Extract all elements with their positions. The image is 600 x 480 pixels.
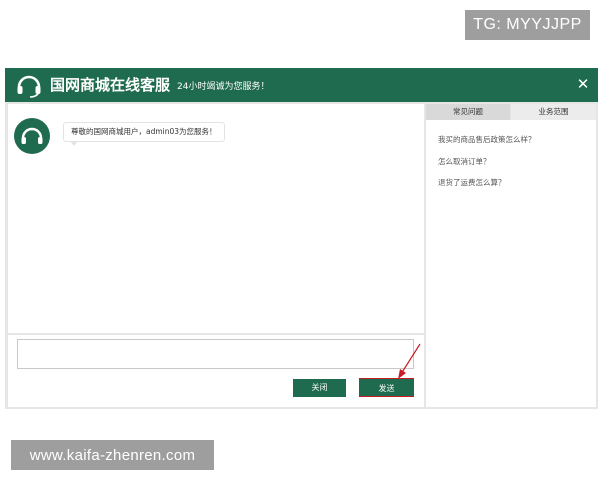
send-button[interactable]: 发送 (359, 378, 414, 397)
message-bubble-tail (70, 141, 78, 146)
headset-icon (21, 127, 43, 144)
faq-item-cancel-order[interactable]: 怎么取消订单？ (438, 156, 536, 167)
title-bar: 国网商城在线客服 24小时竭诚为您服务！ ✕ (5, 68, 598, 102)
close-icon[interactable]: ✕ (574, 75, 592, 93)
chat-window: 国网商城在线客服 24小时竭诚为您服务！ ✕ 尊敬的国网商城用户，admin03… (5, 68, 598, 409)
faq-item-after-sales[interactable]: 我买的商品售后政策怎么样？ (438, 134, 536, 145)
sidebar-tabs: 常见问题 业务范围 (426, 104, 596, 120)
message-input[interactable] (17, 339, 414, 369)
close-button[interactable]: 关闭 (293, 379, 346, 397)
agent-message: 尊敬的国网商城用户，admin03为您服务！ (63, 122, 225, 142)
faq-item-return-shipping[interactable]: 退货了运费怎么算？ (438, 177, 536, 188)
window-subtitle: 24小时竭诚为您服务！ (177, 82, 270, 92)
faq-list: 我买的商品售后政策怎么样？ 怎么取消订单？ 退货了运费怎么算？ (438, 134, 536, 199)
tab-faq[interactable]: 常见问题 (426, 104, 510, 120)
watermark: www.kaifa-zhenren.com (11, 440, 214, 470)
window-title: 国网商城在线客服 (50, 76, 171, 94)
chat-history: 尊敬的国网商城用户，admin03为您服务！ (8, 104, 424, 333)
tab-business-scope[interactable]: 业务范围 (511, 104, 596, 120)
tg-badge: TG: MYYJJPP (465, 10, 590, 40)
agent-avatar (14, 118, 50, 154)
headset-icon (17, 75, 41, 98)
composer: 关闭 发送 (8, 335, 424, 407)
faq-sidebar: 常见问题 业务范围 我买的商品售后政策怎么样？ 怎么取消订单？ 退货了运费怎么算… (426, 104, 596, 407)
